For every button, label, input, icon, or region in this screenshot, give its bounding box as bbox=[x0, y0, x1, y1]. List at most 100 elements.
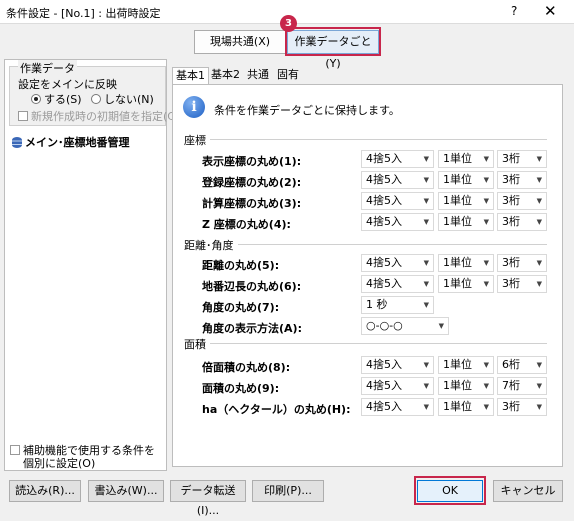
distance-unit-select[interactable]: 1単位 ▼ bbox=[438, 254, 494, 272]
chevron-down-icon: ▼ bbox=[423, 280, 429, 288]
chevron-down-icon: ▼ bbox=[483, 382, 489, 390]
select-value: 1単位 bbox=[443, 215, 472, 228]
hectare-round-select[interactable]: 4捨5入 ▼ bbox=[361, 398, 434, 416]
display-coord-digits-select[interactable]: 3桁 ▼ bbox=[497, 150, 547, 168]
tree-item-label: メイン･座標地番管理 bbox=[25, 136, 130, 149]
chevron-down-icon: ▼ bbox=[483, 403, 489, 411]
hectare-digits-select[interactable]: 3桁 ▼ bbox=[497, 398, 547, 416]
tab-specific[interactable]: 固有 bbox=[274, 67, 302, 83]
tree-item-main-coordinate[interactable]: メイン･座標地番管理 bbox=[12, 134, 130, 150]
display-coord-round-select[interactable]: 4捨5入 ▼ bbox=[361, 150, 434, 168]
select-value: 4捨5入 bbox=[366, 256, 402, 269]
info-icon: i bbox=[183, 96, 205, 118]
chevron-down-icon: ▼ bbox=[423, 361, 429, 369]
select-value: 1 秒 bbox=[366, 298, 388, 311]
window-title: 条件設定 - [No.1] : 出荷時設定 bbox=[6, 7, 161, 20]
z-coord-digits-select[interactable]: 3桁 ▼ bbox=[497, 213, 547, 231]
distance-digits-select[interactable]: 3桁 ▼ bbox=[497, 254, 547, 272]
select-value: 1単位 bbox=[443, 400, 472, 413]
calc-coord-round-select[interactable]: 4捨5入 ▼ bbox=[361, 192, 434, 210]
register-coord-digits-select[interactable]: 3桁 ▼ bbox=[497, 171, 547, 189]
hectare-round-label: ha（ヘクタール）の丸め(H): bbox=[202, 403, 351, 416]
calc-coord-round-label: 計算座標の丸め(3): bbox=[202, 197, 302, 210]
angle-display-select[interactable]: ○-○-○ ▼ bbox=[361, 317, 449, 335]
select-value: 3桁 bbox=[502, 215, 520, 228]
close-button[interactable]: ✕ bbox=[544, 2, 557, 20]
tab-site-common[interactable]: 現場共通(X) bbox=[194, 30, 286, 54]
chevron-down-icon: ▼ bbox=[483, 197, 489, 205]
angle-round-select[interactable]: 1 秒 ▼ bbox=[361, 296, 434, 314]
z-coord-unit-select[interactable]: 1単位 ▼ bbox=[438, 213, 494, 231]
write-button[interactable]: 書込み(W)... bbox=[88, 480, 164, 502]
select-value: ○-○-○ bbox=[366, 319, 403, 332]
tab-basic2[interactable]: 基本2 bbox=[208, 67, 243, 83]
section-area-title: 面積 bbox=[184, 338, 206, 351]
section-divider bbox=[238, 244, 547, 245]
radio-reflect-yes[interactable]: する(S) bbox=[31, 91, 82, 107]
section-divider bbox=[210, 139, 547, 140]
double-area-round-select[interactable]: 4捨5入 ▼ bbox=[361, 356, 434, 374]
select-value: 1単位 bbox=[443, 358, 472, 371]
tab-basic1[interactable]: 基本1 bbox=[172, 67, 209, 85]
select-value: 4捨5入 bbox=[366, 215, 402, 228]
data-transfer-button[interactable]: データ転送(I)... bbox=[170, 480, 246, 517]
chevron-down-icon: ▼ bbox=[423, 382, 429, 390]
tab-common[interactable]: 共通 bbox=[244, 67, 272, 83]
chevron-down-icon: ▼ bbox=[423, 155, 429, 163]
select-value: 4捨5入 bbox=[366, 152, 402, 165]
chevron-down-icon: ▼ bbox=[536, 361, 542, 369]
double-area-digits-select[interactable]: 6桁 ▼ bbox=[497, 356, 547, 374]
area-digits-select[interactable]: 7桁 ▼ bbox=[497, 377, 547, 395]
new-init-label: 新規作成時の初期値を指定(C) bbox=[31, 110, 180, 123]
lot-side-round-select[interactable]: 4捨5入 ▼ bbox=[361, 275, 434, 293]
work-data-group-title: 作業データ bbox=[18, 60, 77, 76]
step-badge: 3 bbox=[280, 15, 297, 32]
radio-reflect-no[interactable]: しない(N) bbox=[91, 91, 154, 107]
select-value: 1単位 bbox=[443, 379, 472, 392]
register-coord-round-select[interactable]: 4捨5入 ▼ bbox=[361, 171, 434, 189]
area-unit-select[interactable]: 1単位 ▼ bbox=[438, 377, 494, 395]
cancel-button[interactable]: キャンセル bbox=[493, 480, 563, 502]
checkbox-icon bbox=[10, 445, 20, 455]
select-value: 3桁 bbox=[502, 194, 520, 207]
lot-side-unit-select[interactable]: 1単位 ▼ bbox=[438, 275, 494, 293]
select-value: 3桁 bbox=[502, 277, 520, 290]
chevron-down-icon: ▼ bbox=[536, 197, 542, 205]
register-coord-unit-select[interactable]: 1単位 ▼ bbox=[438, 171, 494, 189]
help-button[interactable]: ? bbox=[511, 4, 517, 18]
new-init-checkbox[interactable]: 新規作成時の初期値を指定(C) bbox=[18, 108, 179, 124]
chevron-down-icon: ▼ bbox=[483, 361, 489, 369]
calc-coord-digits-select[interactable]: 3桁 ▼ bbox=[497, 192, 547, 210]
tab-per-work-data[interactable]: 作業データごと(Y) bbox=[287, 30, 379, 70]
chevron-down-icon: ▼ bbox=[423, 197, 429, 205]
select-value: 4捨5入 bbox=[366, 194, 402, 207]
calc-coord-unit-select[interactable]: 1単位 ▼ bbox=[438, 192, 494, 210]
double-area-unit-select[interactable]: 1単位 ▼ bbox=[438, 356, 494, 374]
area-round-select[interactable]: 4捨5入 ▼ bbox=[361, 377, 434, 395]
select-value: 3桁 bbox=[502, 152, 520, 165]
lot-side-round-label: 地番辺長の丸め(6): bbox=[202, 280, 302, 293]
angle-round-label: 角度の丸め(7): bbox=[202, 301, 280, 314]
chevron-down-icon: ▼ bbox=[536, 259, 542, 267]
display-coord-unit-select[interactable]: 1単位 ▼ bbox=[438, 150, 494, 168]
select-value: 4捨5入 bbox=[366, 379, 402, 392]
print-button[interactable]: 印刷(P)... bbox=[252, 480, 324, 502]
chevron-down-icon: ▼ bbox=[438, 322, 444, 330]
lot-side-digits-select[interactable]: 3桁 ▼ bbox=[497, 275, 547, 293]
database-icon bbox=[12, 137, 22, 148]
chevron-down-icon: ▼ bbox=[483, 155, 489, 163]
distance-round-select[interactable]: 4捨5入 ▼ bbox=[361, 254, 434, 272]
z-coord-round-select[interactable]: 4捨5入 ▼ bbox=[361, 213, 434, 231]
chevron-down-icon: ▼ bbox=[423, 403, 429, 411]
register-coord-round-label: 登録座標の丸め(2): bbox=[202, 176, 302, 189]
angle-display-label: 角度の表示方法(A): bbox=[202, 322, 302, 335]
select-value: 1単位 bbox=[443, 152, 472, 165]
ok-button[interactable]: OK bbox=[417, 480, 483, 502]
chevron-down-icon: ▼ bbox=[536, 218, 542, 226]
chevron-down-icon: ▼ bbox=[483, 176, 489, 184]
read-button[interactable]: 読込み(R)... bbox=[9, 480, 81, 502]
chevron-down-icon: ▼ bbox=[483, 218, 489, 226]
chevron-down-icon: ▼ bbox=[483, 280, 489, 288]
hectare-unit-select[interactable]: 1単位 ▼ bbox=[438, 398, 494, 416]
chevron-down-icon: ▼ bbox=[423, 218, 429, 226]
